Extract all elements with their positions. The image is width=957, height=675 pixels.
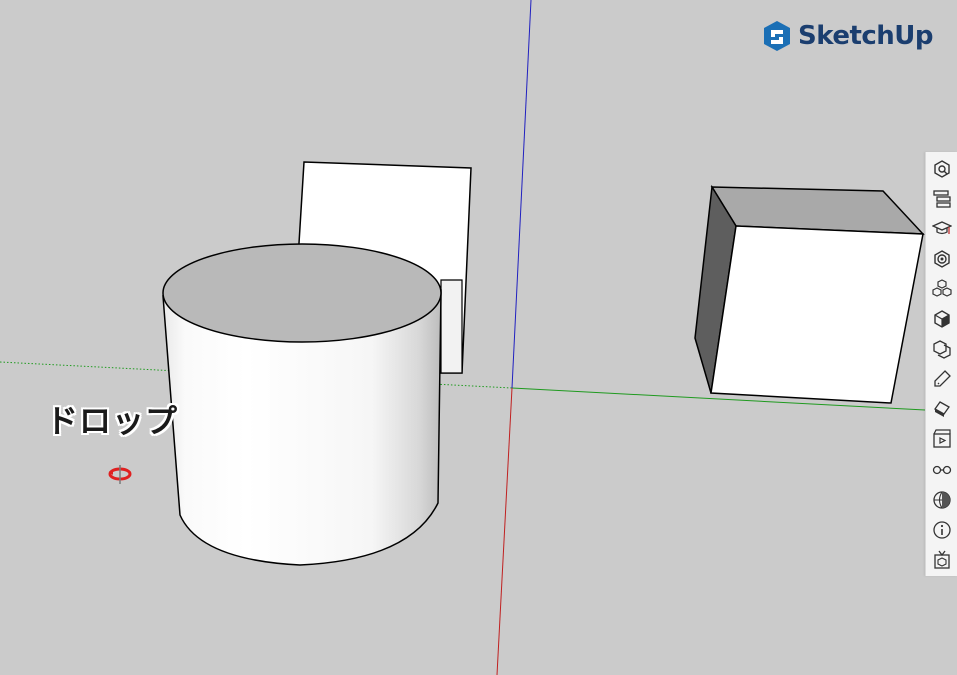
outliner-icon bbox=[932, 190, 951, 208]
outliner-button[interactable] bbox=[930, 185, 954, 212]
styles-icon bbox=[933, 310, 950, 328]
right-box[interactable] bbox=[694, 184, 925, 404]
default-tray-toolbar bbox=[925, 152, 957, 576]
drop-label: ドロップ bbox=[45, 402, 179, 441]
model-info-button[interactable] bbox=[930, 516, 954, 543]
entity-info-icon bbox=[933, 159, 950, 178]
components-icon bbox=[931, 279, 952, 297]
components-button[interactable] bbox=[930, 275, 954, 302]
brand-name: SketchUp bbox=[798, 21, 934, 51]
sketchup-logo: SketchUp bbox=[762, 18, 934, 54]
soften-edges-icon bbox=[933, 370, 951, 387]
eraser-icon bbox=[933, 401, 950, 418]
red-axis bbox=[496, 387, 513, 675]
blue-axis bbox=[511, 0, 532, 389]
eraser-button[interactable] bbox=[930, 396, 954, 423]
3d-warehouse-button[interactable] bbox=[930, 546, 954, 573]
styles-button[interactable] bbox=[930, 305, 954, 332]
modeling-viewport[interactable]: SketchUp ドロップ bbox=[0, 0, 957, 675]
instructor-button[interactable] bbox=[930, 215, 954, 242]
scenes-icon bbox=[932, 429, 951, 449]
model-info-icon bbox=[932, 521, 951, 539]
geo-location-button[interactable] bbox=[930, 486, 954, 513]
shadows-fog-icon bbox=[932, 465, 951, 474]
materials-icon bbox=[933, 250, 950, 268]
orbit-rotate-cursor-icon bbox=[108, 465, 132, 484]
tags-icon bbox=[932, 340, 951, 359]
instructor-icon bbox=[931, 221, 952, 235]
tags-button[interactable] bbox=[930, 335, 954, 362]
3d-warehouse-icon bbox=[933, 550, 950, 569]
entity-info-button[interactable] bbox=[930, 155, 954, 182]
soften-edges-button[interactable] bbox=[930, 366, 954, 393]
sketchup-logo-icon bbox=[764, 21, 790, 51]
scene-canvas[interactable] bbox=[0, 0, 957, 675]
scenes-button[interactable] bbox=[930, 426, 954, 453]
shadows-fog-button[interactable] bbox=[930, 456, 954, 483]
cylinder[interactable] bbox=[162, 243, 442, 566]
geo-location-icon bbox=[932, 490, 951, 509]
materials-button[interactable] bbox=[930, 245, 954, 272]
